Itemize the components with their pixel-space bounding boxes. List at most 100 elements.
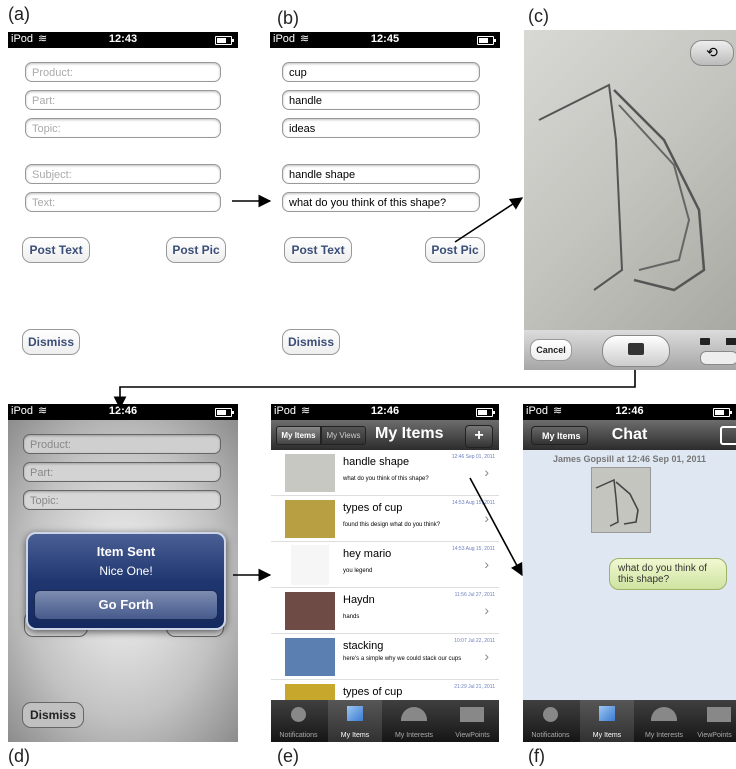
cancel-button[interactable]: Cancel	[530, 339, 572, 361]
table-row[interactable]: types of cup 21:29 Jul 21, 2011 ›	[271, 680, 499, 700]
segment-my-items[interactable]: My Items	[276, 426, 321, 445]
topic-field: Topic:	[23, 490, 221, 510]
chat-bubble: what do you think of this shape?	[609, 558, 727, 590]
my-items-icon	[599, 706, 615, 721]
tab-my-items[interactable]: My Items	[328, 700, 382, 742]
page-title: My Items	[375, 425, 444, 442]
thumbnail	[291, 545, 329, 585]
battery-icon	[476, 408, 495, 417]
table-row[interactable]: types of cup 14:53 Aug 15, 2011 found th…	[271, 496, 499, 542]
table-row[interactable]: Haydn 11:56 Jul 27, 2011 hands ›	[271, 588, 499, 634]
chat-image[interactable]	[591, 467, 651, 533]
status-time: 12:46	[108, 405, 138, 417]
page-title: Chat	[611, 426, 648, 443]
item-desc: hands	[343, 614, 360, 620]
tab-notifications[interactable]: Notifications	[523, 700, 578, 742]
dismiss-button: Dismiss	[22, 702, 84, 728]
subject-field[interactable]: Subject:	[25, 164, 221, 184]
tab-label: ViewPoints	[697, 732, 732, 739]
go-forth-button[interactable]: Go Forth	[34, 590, 218, 620]
battery-icon	[713, 408, 732, 417]
my-interests-icon	[651, 707, 677, 721]
chevron-right-icon: ›	[484, 602, 489, 618]
phone-f-chat: iPod ≋ 12:46 My Items Chat James Gopsill…	[523, 404, 736, 742]
table-row[interactable]: hey mario 14:53 Aug 15, 2011 you legend …	[271, 542, 499, 588]
status-bar: iPod ≋ 12:43	[8, 32, 238, 48]
status-time: 12:45	[370, 33, 400, 45]
alert-dialog: Item Sent Nice One! Go Forth	[26, 532, 226, 630]
my-interests-icon	[401, 707, 427, 721]
item-title: types of cup	[343, 502, 403, 514]
tab-viewpoints[interactable]: ViewPoints	[693, 700, 736, 742]
shutter-button[interactable]	[602, 335, 670, 367]
item-date: 10:07 Jul 22, 2011	[454, 638, 495, 644]
tab-my-interests[interactable]: My Interests	[636, 700, 692, 742]
viewpoints-icon	[460, 707, 484, 722]
tab-my-interests[interactable]: My Interests	[384, 700, 444, 742]
tab-my-items[interactable]: My Items	[580, 700, 634, 742]
text-field[interactable]: Text:	[25, 192, 221, 212]
tab-label: ViewPoints	[455, 732, 490, 739]
chat-header: James Gopsill at 12:46 Sep 01, 2011	[552, 454, 707, 464]
post-pic-button[interactable]: Post Pic	[425, 237, 485, 263]
viewpoints-icon	[707, 707, 731, 722]
chevron-right-icon: ›	[484, 556, 489, 572]
post-text-button[interactable]: Post Text	[22, 237, 90, 263]
item-date: 12:46 Sep 01, 2011	[451, 454, 495, 460]
dismiss-button[interactable]: Dismiss	[22, 329, 80, 355]
item-desc: here's a simple why we could stack our c…	[343, 656, 462, 662]
text-field[interactable]: what do you think of this shape?	[282, 192, 480, 212]
subject-field[interactable]: handle shape	[282, 164, 480, 184]
tab-notifications[interactable]: Notifications	[271, 700, 326, 742]
item-title: hey mario	[343, 548, 392, 560]
alert-title: Item Sent	[96, 544, 156, 559]
item-title: stacking	[343, 640, 384, 652]
post-pic-button[interactable]: Post Pic	[166, 237, 226, 263]
segment-my-views[interactable]: My Views	[321, 426, 366, 445]
thumbnail	[285, 684, 335, 700]
my-items-icon	[347, 706, 363, 721]
chevron-right-icon: ›	[484, 648, 489, 664]
thumbnail	[285, 454, 335, 492]
alert-message: Nice One!	[99, 564, 153, 578]
chevron-right-icon: ›	[484, 464, 489, 480]
item-date: 21:29 Jul 21, 2011	[454, 684, 495, 690]
topic-field[interactable]: ideas	[282, 118, 480, 138]
item-title: Haydn	[343, 594, 375, 606]
thumbnail	[285, 500, 335, 538]
add-button[interactable]: +	[465, 425, 493, 448]
phone-b: iPod ≋ 12:45 cup handle ideas handle sha…	[270, 32, 500, 372]
tab-viewpoints[interactable]: ViewPoints	[446, 700, 499, 742]
topic-field[interactable]: Topic:	[25, 118, 221, 138]
status-time: 12:43	[108, 33, 138, 45]
part-field[interactable]: handle	[282, 90, 480, 110]
item-date: 14:53 Aug 15, 2011	[451, 546, 495, 552]
mode-toggle[interactable]	[700, 351, 736, 365]
dismiss-button[interactable]: Dismiss	[282, 329, 340, 355]
tab-label: My Interests	[644, 732, 684, 739]
compose-icon[interactable]	[720, 426, 736, 445]
panel-label-b: (b)	[277, 8, 299, 28]
phone-e-my-items: iPod ≋ 12:46 My Items My Views My Items …	[271, 404, 499, 742]
item-desc: what do you think of this shape?	[343, 476, 429, 482]
product-field[interactable]: cup	[282, 62, 480, 82]
product-field[interactable]: Product:	[25, 62, 221, 82]
item-desc: you legend	[343, 568, 373, 574]
video-mode-icon	[726, 338, 736, 345]
tab-bar: Notifications My Items My Interests View…	[523, 700, 736, 742]
part-field[interactable]: Part:	[25, 90, 221, 110]
product-field: Product:	[23, 434, 221, 454]
tab-label: Notifications	[531, 732, 570, 739]
chevron-right-icon: ›	[484, 510, 489, 526]
photo-mode-icon	[700, 338, 710, 345]
status-time: 12:46	[370, 405, 400, 417]
item-title: types of cup	[343, 686, 403, 698]
table-row[interactable]: handle shape 12:46 Sep 01, 2011 what do …	[271, 450, 499, 496]
post-text-button[interactable]: Post Text	[284, 237, 352, 263]
status-bar: iPod ≋ 12:45	[270, 32, 500, 48]
switch-camera-icon[interactable]: ⟲	[690, 40, 734, 66]
camera-toolbar: Cancel	[524, 330, 736, 370]
nav-bar: My Items Chat	[523, 420, 736, 450]
status-bar: iPod ≋ 12:46	[523, 404, 736, 420]
table-row[interactable]: stacking 10:07 Jul 22, 2011 here's a sim…	[271, 634, 499, 680]
